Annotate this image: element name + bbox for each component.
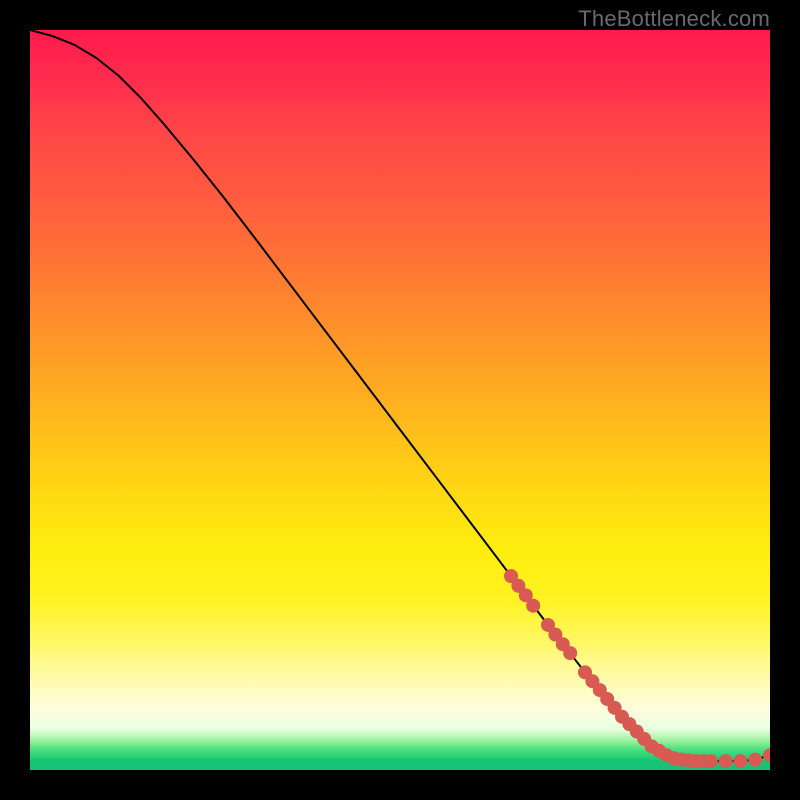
chart-stage: TheBottleneck.com [0, 0, 800, 800]
marker-point [763, 748, 770, 762]
watermark-text: TheBottleneck.com [578, 6, 770, 32]
chart-svg [30, 30, 770, 770]
marker-point [563, 646, 577, 660]
marker-point [719, 754, 733, 768]
marker-point [704, 754, 718, 768]
marker-point [748, 753, 762, 767]
marker-point [526, 599, 540, 613]
markers-highlight-points [504, 569, 770, 768]
marker-point [733, 754, 747, 768]
curve-bottleneck-curve [30, 30, 770, 761]
plot-area [30, 30, 770, 770]
